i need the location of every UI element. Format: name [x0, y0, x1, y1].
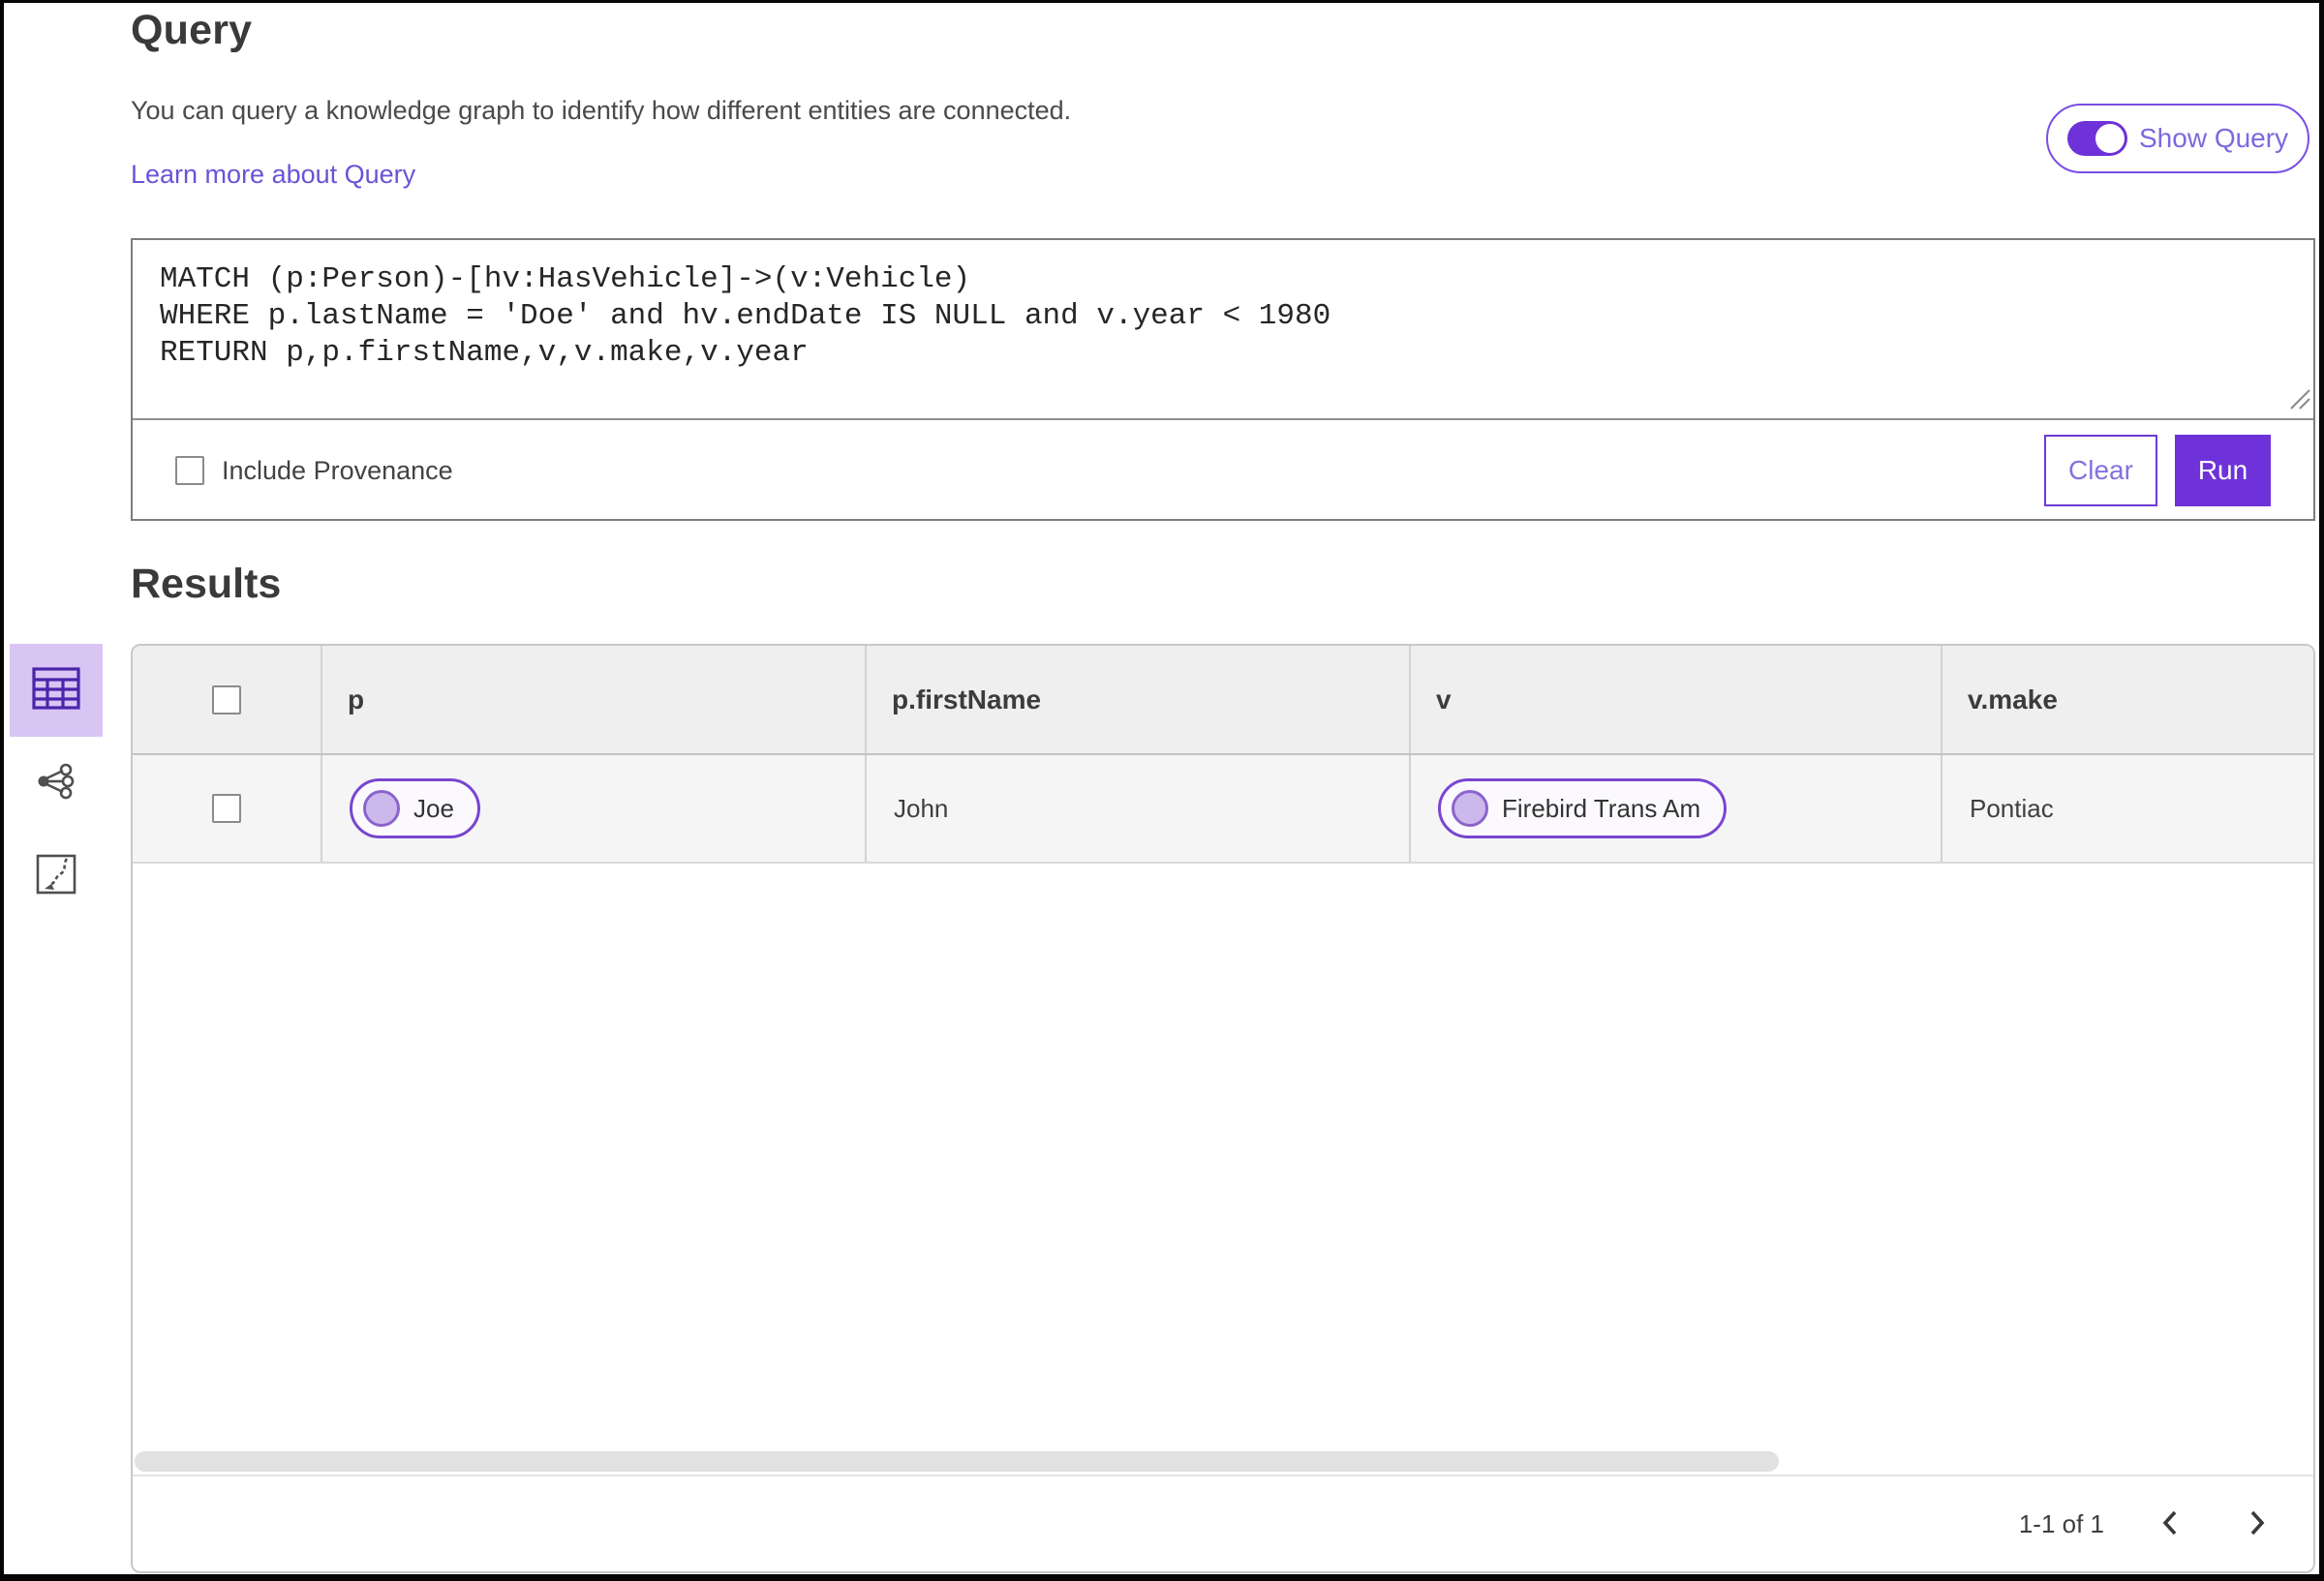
entity-chip-label: Joe	[413, 793, 454, 823]
entity-chip-vehicle[interactable]: Firebird Trans Am	[1438, 778, 1728, 838]
cell-p-firstname: John	[867, 755, 1411, 862]
map-view-icon	[36, 854, 76, 899]
show-query-label: Show Query	[2139, 123, 2289, 153]
network-view-button[interactable]	[10, 737, 103, 830]
network-view-icon	[36, 762, 76, 806]
column-header-p-firstname[interactable]: p.firstName	[867, 646, 1411, 753]
cell-p: Joe	[322, 755, 867, 862]
pagination-range: 1-1 of 1	[2018, 1508, 2104, 1538]
cell-v-make: Pontiac	[1970, 793, 2054, 823]
query-panel-footer: Include Provenance Clear Run	[133, 422, 2313, 519]
toggle-on-icon[interactable]	[2067, 121, 2127, 156]
entity-avatar	[363, 790, 400, 827]
cell-v: Firebird Trans Am	[1411, 755, 1942, 862]
results-heading: Results	[131, 561, 282, 607]
prev-page-button[interactable]	[2149, 1503, 2191, 1545]
chevron-left-icon	[2158, 1507, 2182, 1541]
entity-chip-label: Firebird Trans Am	[1502, 793, 1701, 823]
results-footer: 1-1 of 1	[133, 1476, 2313, 1571]
query-code-area: MATCH (p:Person)-[hv:HasVehicle]->(v:Veh…	[133, 240, 2313, 420]
entity-avatar	[1452, 790, 1488, 827]
column-header-p[interactable]: p	[322, 646, 867, 753]
row-checkbox[interactable]	[212, 794, 241, 823]
run-button[interactable]: Run	[2175, 435, 2271, 506]
page-description: You can query a knowledge graph to ident…	[131, 96, 1072, 125]
page-frame: Query You can query a knowledge graph to…	[0, 0, 2324, 1581]
clear-button[interactable]: Clear	[2044, 435, 2157, 506]
select-all-checkbox[interactable]	[212, 684, 241, 714]
table-view-button[interactable]	[10, 644, 103, 737]
results-table-header: p p.firstName v v.make	[133, 646, 2313, 755]
next-page-button[interactable]	[2236, 1503, 2278, 1545]
map-view-button[interactable]	[10, 830, 103, 923]
column-header-v[interactable]: v	[1411, 646, 1942, 753]
resize-handle-icon[interactable]	[2286, 385, 2311, 415]
column-header-v-make[interactable]: v.make	[1942, 646, 2313, 753]
show-query-toggle[interactable]: Show Query	[2046, 104, 2309, 173]
table-row: Joe John Firebird Trans Am Pontiac	[133, 755, 2313, 864]
select-all-cell	[133, 646, 322, 753]
results-panel: p p.firstName v v.make Joe John Firebird…	[131, 644, 2315, 1573]
table-view-icon	[32, 666, 80, 714]
query-panel: MATCH (p:Person)-[hv:HasVehicle]->(v:Veh…	[131, 238, 2315, 521]
page-title: Query	[131, 7, 253, 53]
entity-chip-person[interactable]: Joe	[350, 778, 480, 838]
include-provenance-label: Include Provenance	[222, 455, 453, 485]
query-code-input[interactable]: MATCH (p:Person)-[hv:HasVehicle]->(v:Veh…	[133, 240, 2313, 418]
chevron-right-icon	[2246, 1507, 2269, 1541]
view-rail	[10, 644, 103, 923]
include-provenance-checkbox[interactable]	[175, 456, 204, 485]
horizontal-scrollbar-thumb[interactable]	[135, 1451, 1779, 1472]
learn-more-link[interactable]: Learn more about Query	[131, 160, 415, 190]
toggle-knob	[2095, 124, 2125, 153]
row-select-cell	[133, 755, 322, 862]
